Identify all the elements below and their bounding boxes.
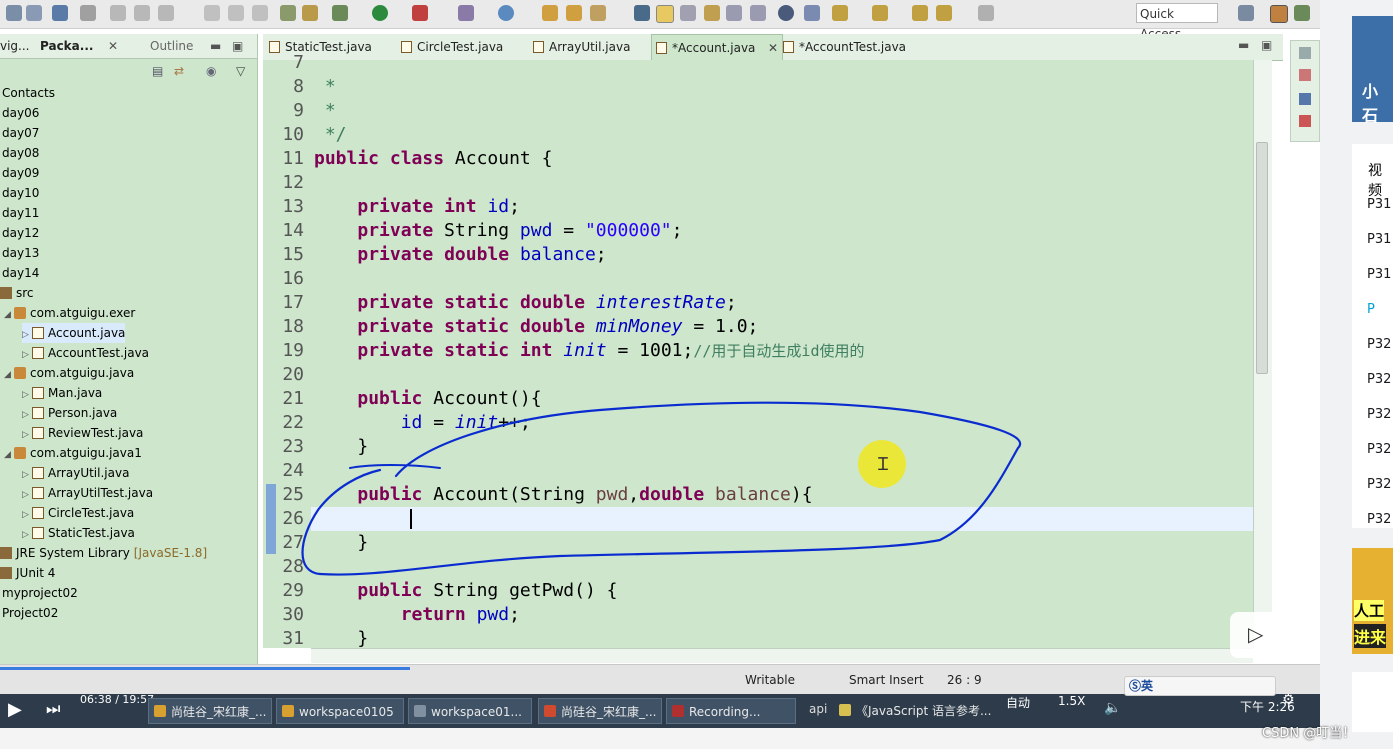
api-label: api	[809, 702, 828, 716]
video-play-button[interactable]: ▷	[1230, 612, 1282, 658]
video-thumbnail[interactable]: 小石	[1352, 16, 1393, 125]
handwriting-annotation	[301, 401, 1022, 576]
speed-label[interactable]: 1.5X	[1058, 694, 1085, 708]
task-label: 尚硅谷_宋红康_...	[561, 705, 657, 719]
episode-item[interactable]: P32	[1367, 512, 1391, 527]
thumbnail-text: 小石	[1362, 82, 1379, 125]
progress-line	[0, 667, 410, 670]
volume-icon[interactable]: 🔈	[1104, 700, 1121, 716]
video-thumbnail[interactable]: 人工 进来	[1352, 548, 1393, 654]
bottom-strip	[0, 728, 1393, 749]
text-cursor-icon: Ɪ	[878, 454, 889, 475]
writable-status: Writable	[745, 673, 795, 687]
taskbar-item[interactable]: 《JavaScript 语言参考...	[834, 698, 1000, 724]
next-icon[interactable]: ⏭	[46, 699, 60, 719]
episode-item[interactable]: P32	[1367, 407, 1391, 422]
taskbar-item[interactable]: 尚硅谷_宋红康_...	[538, 698, 662, 724]
task-label: workspace01...	[431, 705, 522, 719]
taskbar-item[interactable]: workspace0105	[276, 698, 404, 724]
thumbnail-text: 进来	[1354, 624, 1387, 648]
taskbar-item[interactable]: Recording...	[666, 698, 796, 724]
play-icon: ▷	[1248, 622, 1264, 646]
episode-item[interactable]: P31	[1367, 232, 1391, 247]
play-icon[interactable]: ▶	[8, 699, 22, 720]
auto-label[interactable]: 自动	[1006, 694, 1030, 711]
video-player-bar: ▶ ⏭ 06:38 / 19:57 尚硅谷_宋红康_... workspace0…	[0, 692, 1320, 728]
episode-item[interactable]: P31	[1367, 197, 1391, 212]
episode-item[interactable]: P31	[1367, 267, 1391, 282]
task-label: 尚硅谷_宋红康_...	[171, 705, 267, 719]
insert-mode-status: Smart Insert	[849, 673, 924, 687]
thumbnail-text: 人工	[1354, 600, 1385, 621]
task-label: workspace0105	[299, 705, 394, 719]
watermark: CSDN @叮当！	[1262, 726, 1356, 741]
task-label: 《JavaScript 语言参考...	[856, 704, 992, 718]
status-bar: Writable Smart Insert 26 : 9	[0, 664, 1320, 695]
ime-toolbar[interactable]: Ⓢ英	[1124, 676, 1276, 696]
episode-item[interactable]: P32	[1367, 337, 1391, 352]
taskbar-item[interactable]: 尚硅谷_宋红康_...	[148, 698, 272, 724]
ime-icon[interactable]: Ⓢ英	[1129, 677, 1153, 694]
section-title: 视频	[1368, 163, 1382, 199]
episode-item[interactable]: P32	[1367, 477, 1391, 492]
task-label: Recording...	[689, 705, 761, 719]
cursor-position: 26 : 9	[947, 673, 982, 687]
playback-time: 06:38 / 19:57	[80, 693, 155, 706]
video-thumbnail[interactable]	[1352, 672, 1393, 732]
episode-item[interactable]: P	[1367, 302, 1375, 317]
episode-item[interactable]: P32	[1367, 442, 1391, 457]
settings-icon[interactable]: ⚙	[1282, 692, 1295, 708]
taskbar-item[interactable]: workspace01...	[408, 698, 532, 724]
episode-item[interactable]: P32	[1367, 372, 1391, 387]
